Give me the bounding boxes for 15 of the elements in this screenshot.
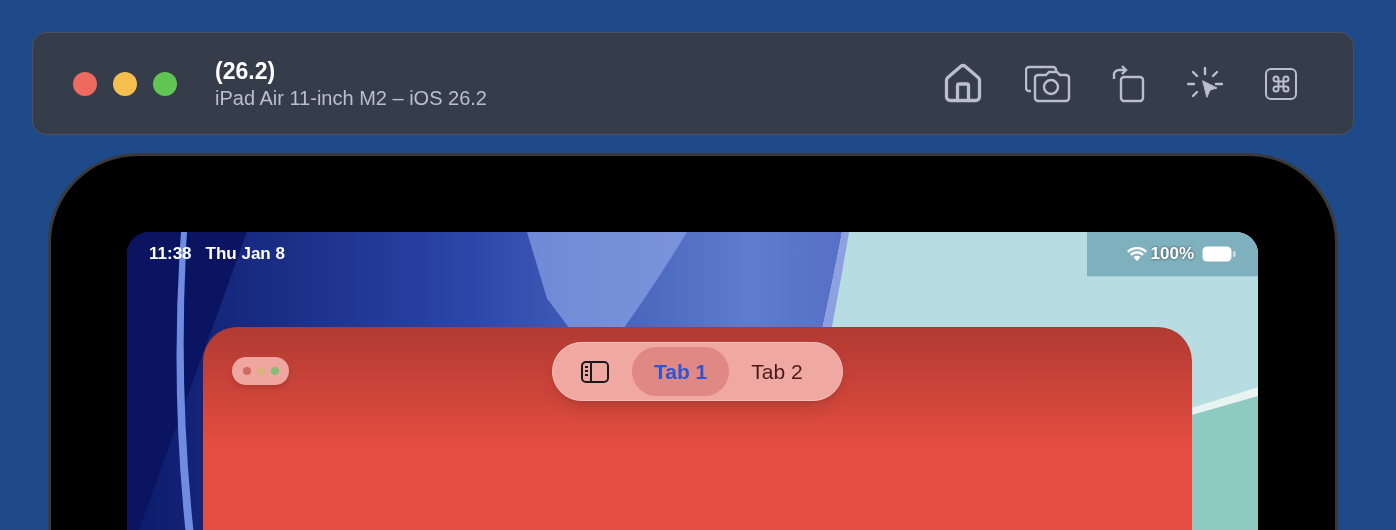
close-button[interactable] bbox=[73, 71, 97, 96]
screenshot-icon[interactable] bbox=[1025, 64, 1071, 103]
status-time: 11:38 bbox=[149, 243, 192, 266]
battery-percent: 100% bbox=[1150, 243, 1194, 266]
tab[interactable]: Tab 2 bbox=[729, 347, 825, 396]
device-title: (26.2) bbox=[215, 56, 277, 85]
device-subtitle: iPad Air 11-inch M2 – iOS 26.2 bbox=[215, 85, 487, 111]
wifi-icon bbox=[1126, 247, 1147, 261]
status-date: Thu Jan 8 bbox=[205, 243, 285, 266]
rotate-icon[interactable] bbox=[1111, 64, 1147, 103]
zoom-button[interactable] bbox=[153, 71, 177, 96]
window-controls[interactable] bbox=[232, 357, 289, 385]
command-key-icon[interactable] bbox=[1265, 67, 1297, 100]
minimize-button[interactable] bbox=[113, 71, 137, 96]
sidebar-icon[interactable] bbox=[581, 360, 609, 383]
